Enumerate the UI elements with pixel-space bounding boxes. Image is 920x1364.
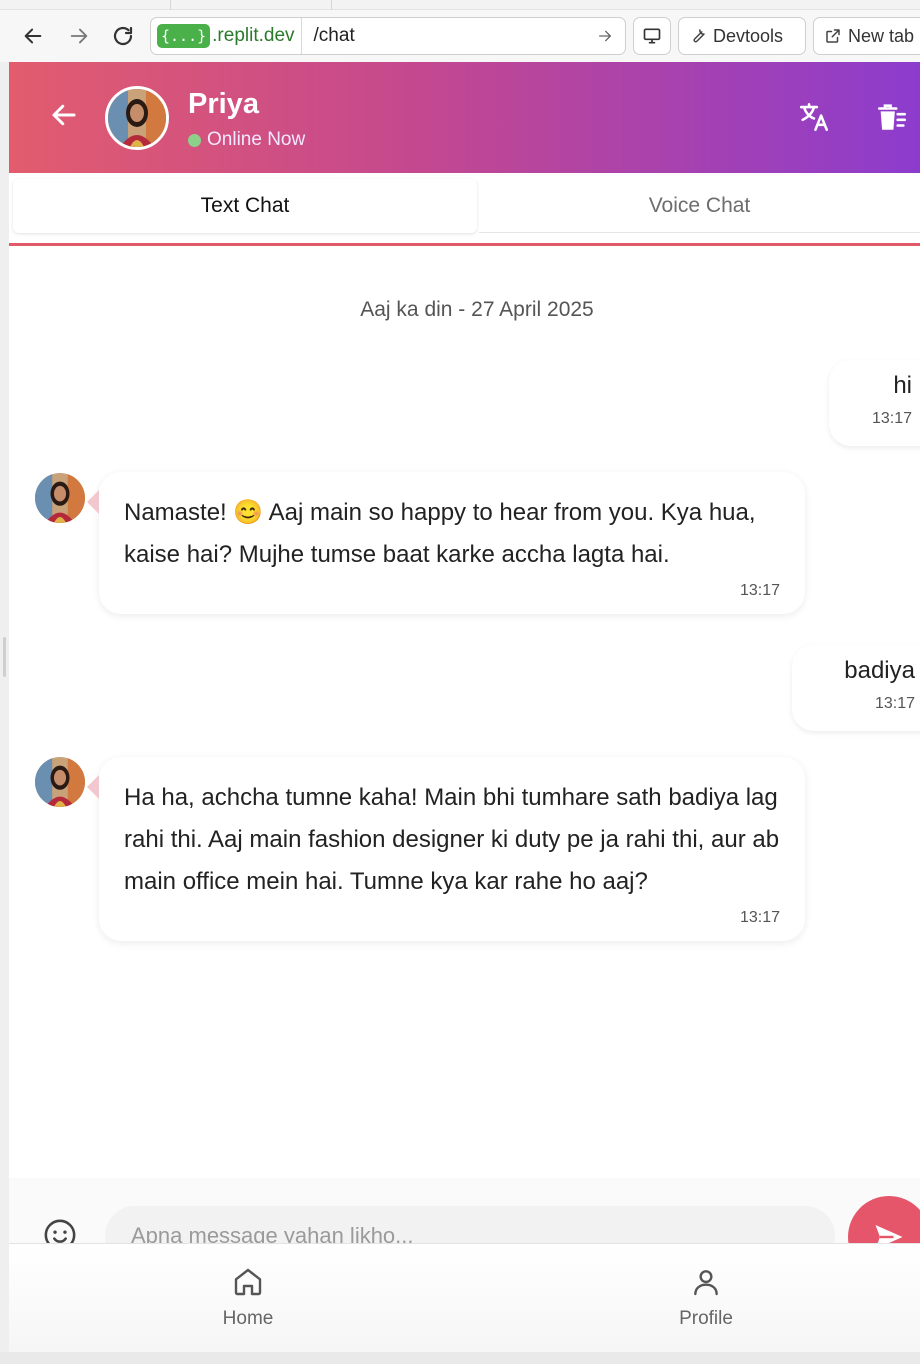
- bottom-navigation: Home Profile: [9, 1243, 920, 1352]
- device-preview-button[interactable]: [633, 17, 671, 55]
- devtools-button[interactable]: Devtools: [678, 17, 806, 55]
- chat-app: Priya Online Now Text Chat Voice Chat Aa…: [9, 62, 920, 1352]
- message-time: 13:17: [739, 582, 780, 599]
- chat-mode-tabs: Text Chat Voice Chat: [9, 173, 920, 245]
- go-arrow-icon[interactable]: [597, 28, 613, 44]
- monitor-icon: [643, 28, 661, 44]
- date-divider: Aaj ka din - 27 April 2025: [360, 298, 594, 321]
- browser-toolbar: {...} .replit.dev /chat Devtools New tab: [0, 10, 920, 62]
- back-arrow-icon[interactable]: [20, 23, 46, 49]
- home-icon: [234, 1268, 262, 1296]
- external-link-icon: [826, 29, 840, 43]
- message-text: Ha ha, achcha tumne kaha! Main bhi tumha…: [124, 784, 780, 895]
- bot-message: Ha ha, achcha tumne kaha! Main bhi tumha…: [87, 757, 805, 941]
- browser-tab-strip: [0, 0, 920, 10]
- contact-name: Priya: [188, 88, 259, 120]
- online-dot-icon: [188, 133, 201, 147]
- online-status-text: Online Now: [207, 129, 306, 150]
- forward-arrow-icon[interactable]: [66, 23, 92, 49]
- message-composer: [9, 1178, 920, 1278]
- url-host: {...} .replit.dev: [151, 18, 302, 54]
- chat-header: Priya Online Now: [9, 62, 920, 173]
- message-time: 13:17: [874, 695, 915, 712]
- new-tab-label: New tab: [848, 25, 915, 46]
- tab-indicator: [9, 243, 920, 246]
- nav-home-label: Home: [222, 1308, 274, 1329]
- browser-tab[interactable]: [170, 0, 332, 10]
- tab-text-chat[interactable]: Text Chat: [13, 179, 477, 233]
- back-arrow-icon[interactable]: [49, 100, 79, 130]
- resize-gutter[interactable]: [0, 62, 9, 1364]
- wrench-icon: [693, 29, 705, 43]
- nav-profile[interactable]: Profile: [646, 1266, 766, 1330]
- message-text: Namaste! 😊 Aaj main so happy to hear fro…: [124, 499, 756, 568]
- address-bar[interactable]: {...} .replit.dev /chat: [150, 17, 626, 55]
- user-message: hi 13:17: [829, 360, 920, 446]
- nav-home[interactable]: Home: [188, 1266, 308, 1330]
- reload-icon[interactable]: [110, 23, 136, 49]
- new-tab-button[interactable]: New tab: [813, 17, 920, 55]
- delete-chat-icon[interactable]: [875, 100, 909, 134]
- message-time: 13:17: [871, 410, 912, 427]
- translate-icon[interactable]: [797, 100, 831, 134]
- url-path[interactable]: /chat: [314, 25, 597, 47]
- nav-profile-label: Profile: [679, 1308, 733, 1329]
- browser-bottom-edge: [0, 1352, 920, 1364]
- devtools-label: Devtools: [713, 25, 784, 46]
- message-time: 13:17: [739, 909, 780, 926]
- bot-avatar: [35, 473, 85, 523]
- message-text: badiya: [844, 657, 915, 684]
- message-text: hi: [893, 372, 912, 399]
- replit-badge: {...}: [157, 24, 211, 48]
- bot-avatar: [35, 757, 85, 807]
- tab-voice-chat[interactable]: Voice Chat: [479, 179, 920, 233]
- avatar[interactable]: [105, 86, 169, 150]
- online-status: Online Now: [188, 129, 305, 151]
- bot-message: Namaste! 😊 Aaj main so happy to hear fro…: [87, 472, 805, 614]
- resize-handle[interactable]: [3, 637, 6, 677]
- url-host-text: .replit.dev: [212, 25, 295, 46]
- user-message: badiya 13:17: [792, 645, 920, 731]
- user-icon: [694, 1270, 718, 1296]
